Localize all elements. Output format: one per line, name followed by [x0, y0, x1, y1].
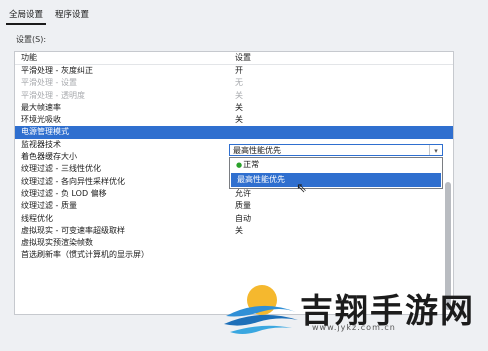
row-feature-label: 环境光吸收	[21, 115, 61, 125]
table-row[interactable]: 虚拟现实 - 可变速率超级取样 关	[15, 225, 453, 237]
column-header-feature[interactable]: 功能	[21, 52, 37, 63]
watermark-logo: 吉翔手游网 www.jykz.com.cn	[220, 278, 482, 338]
row-feature-label: 纹理过滤 - 三线性优化	[21, 164, 101, 174]
power-mode-dropdown: ●正常 最高性能优先	[229, 157, 443, 189]
mouse-cursor-icon: ⇖	[296, 181, 307, 196]
table-header: 功能 设置	[15, 52, 453, 65]
table-row[interactable]: 纹理过滤 - 质量 质量	[15, 200, 453, 212]
power-mode-select-value: 最高性能优先	[233, 146, 281, 155]
row-feature-label: 首选刷新率（惯式计算机的显示屏）	[21, 250, 149, 260]
nvidia-logo-icon: ●	[236, 161, 243, 169]
dropdown-option-label: 正常	[243, 160, 260, 169]
table-row[interactable]: 线程优化 自动	[15, 213, 453, 225]
table-row[interactable]: 纹理过滤 - 负 LOD 偏移 允许	[15, 188, 453, 200]
table-row[interactable]: 虚拟现实预渲染帧数	[15, 237, 453, 249]
dropdown-option-label: 最高性能优先	[237, 175, 285, 184]
row-setting-value: 质量	[235, 201, 251, 211]
settings-label: 设置(S):	[16, 35, 47, 44]
row-feature-label: 虚拟现实预渲染帧数	[21, 238, 93, 248]
row-setting-value: 关	[235, 225, 243, 235]
table-row[interactable]: 首选刷新率（惯式计算机的显示屏）	[15, 249, 453, 261]
row-feature-label: 平滑处理 - 灰度纠正	[21, 66, 93, 75]
row-feature-label: 纹理过滤 - 负 LOD 偏移	[21, 188, 107, 198]
dropdown-option-normal[interactable]: ●正常	[230, 158, 442, 172]
row-feature-label: 电源管理模式	[21, 127, 69, 137]
row-setting-value: 关	[235, 115, 243, 125]
watermark-url: www.jykz.com.cn	[312, 323, 396, 332]
table-row[interactable]: 环境光吸收 关	[15, 114, 453, 126]
dropdown-option-max-performance[interactable]: 最高性能优先	[231, 173, 441, 187]
row-feature-label: 监视器技术	[21, 139, 61, 149]
chevron-down-icon[interactable]: ▾	[429, 145, 442, 155]
row-setting-value: 允许	[235, 188, 251, 198]
table-row[interactable]: 平滑处理 - 设置 无	[15, 77, 453, 89]
column-header-setting[interactable]: 设置	[235, 52, 251, 63]
tab-bar: 全局设置 程序设置	[6, 6, 92, 25]
row-feature-label: 最大帧速率	[21, 102, 61, 112]
row-setting-value: 开	[235, 66, 243, 75]
table-row[interactable]: 平滑处理 - 透明度 关	[15, 90, 453, 102]
row-setting-value: 关	[235, 90, 243, 100]
row-feature-label: 平滑处理 - 设置	[21, 78, 77, 88]
table-row[interactable]: 最大帧速率 关	[15, 102, 453, 114]
row-feature-label: 线程优化	[21, 213, 53, 223]
table-row[interactable]: 电源管理模式最高性能优先	[15, 126, 453, 139]
row-feature-label: 平滑处理 - 透明度	[21, 90, 85, 100]
row-setting-value: 自动	[235, 213, 251, 223]
row-setting-value: 无	[235, 78, 243, 88]
table-row[interactable]: 平滑处理 - 灰度纠正 开	[15, 65, 453, 77]
row-feature-label: 纹理过滤 - 各向异性采样优化	[21, 176, 125, 186]
row-feature-label: 虚拟现实 - 可变速率超级取样	[21, 225, 125, 235]
tab-program-settings[interactable]: 程序设置	[52, 6, 92, 25]
row-feature-label: 纹理过滤 - 质量	[21, 201, 77, 211]
watermark-logo-icon	[224, 285, 298, 334]
power-mode-select[interactable]: 最高性能优先 ▾	[229, 144, 443, 156]
row-setting-value: 关	[235, 102, 243, 112]
tab-global-settings[interactable]: 全局设置	[6, 6, 47, 25]
row-feature-label: 着色器缓存大小	[21, 152, 77, 162]
